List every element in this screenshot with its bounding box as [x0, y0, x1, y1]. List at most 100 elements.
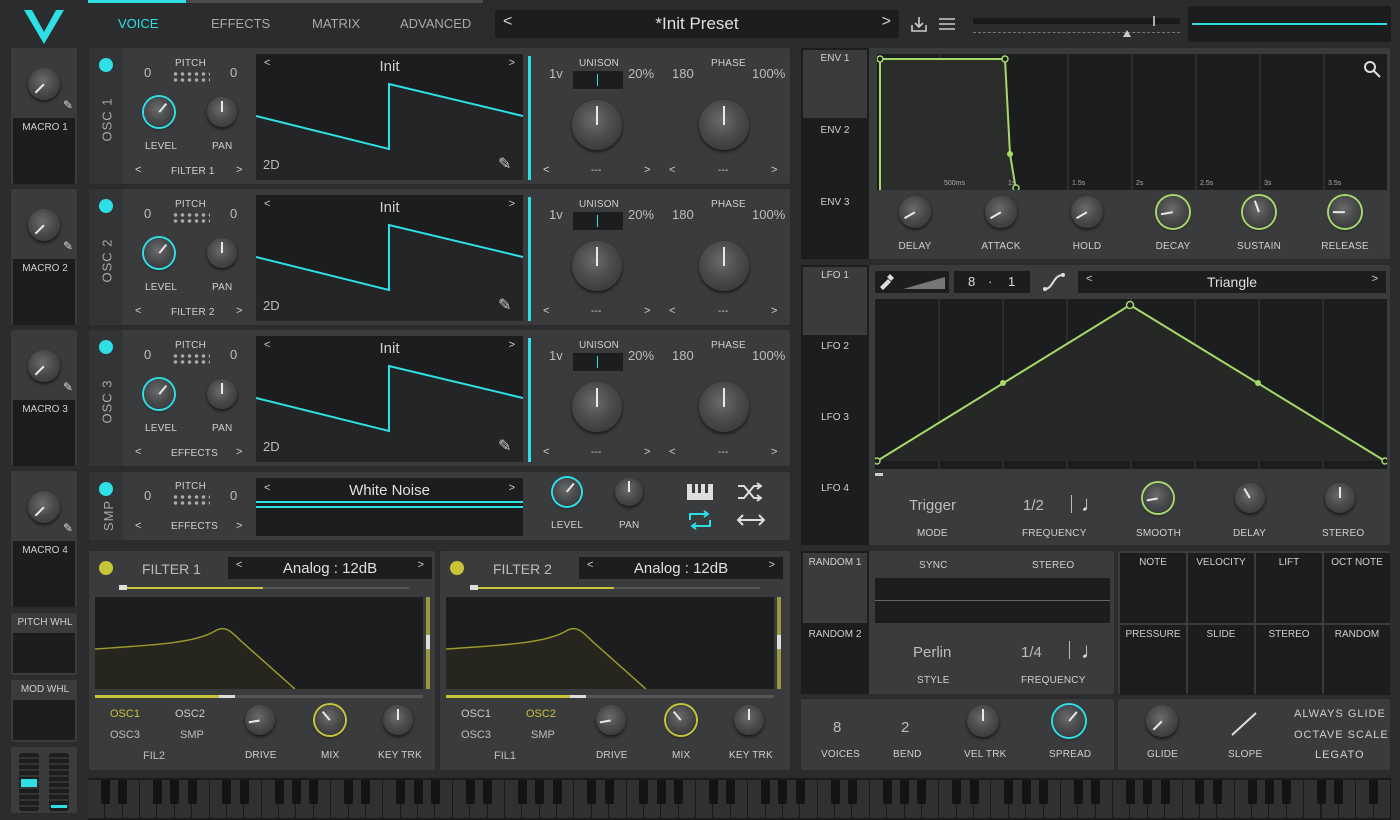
sample-dest-next[interactable]: > [236, 520, 242, 532]
env-decay-knob[interactable] [1157, 196, 1189, 228]
sample-next[interactable]: > [509, 482, 515, 494]
osc-3-unison-prev[interactable]: < [543, 446, 549, 458]
menu-icon[interactable] [938, 17, 956, 31]
black-key[interactable] [222, 780, 232, 804]
tab-effects[interactable]: EFFECTS [211, 16, 270, 31]
slope-icon[interactable] [1230, 711, 1258, 737]
osc-1-dest-next[interactable]: > [236, 164, 242, 176]
osc-2-dest-prev[interactable]: < [135, 305, 141, 317]
random-phase-icon[interactable] [737, 482, 763, 502]
black-key[interactable] [291, 780, 301, 804]
volume-meter[interactable] [973, 14, 1180, 40]
octave-scale-toggle[interactable]: OCTAVE SCALE [1294, 729, 1389, 741]
lfo-frequency-value[interactable]: 1/2 [1023, 497, 1044, 514]
osc-2-phase-next[interactable]: > [771, 305, 777, 317]
osc-1-phase-mode[interactable]: --- [718, 165, 729, 176]
osc-3-phase-left[interactable]: 180 [672, 348, 694, 363]
osc-1-pan-knob[interactable] [207, 97, 237, 127]
osc-1-level-knob[interactable] [144, 97, 174, 127]
preset-selector[interactable]: < *Init Preset > [495, 10, 899, 38]
osc-1-dimension[interactable]: 2D [263, 157, 280, 172]
sample-level-knob[interactable] [553, 478, 581, 506]
osc-1-unison-detune[interactable]: 20% [628, 66, 654, 81]
black-key[interactable] [1195, 780, 1205, 804]
loop-icon[interactable] [687, 510, 713, 530]
lfo-delay-knob[interactable] [1235, 483, 1265, 513]
black-key[interactable] [604, 780, 614, 804]
black-key[interactable] [708, 780, 718, 804]
osc-3-dest[interactable]: EFFECTS [171, 448, 218, 459]
osc-1-edit-icon[interactable]: ✎ [498, 154, 511, 174]
filter-2-source-smp[interactable]: SMP [531, 729, 555, 741]
black-key[interactable] [187, 780, 197, 804]
osc-3-pitch-right[interactable]: 0 [230, 347, 237, 362]
filter-2-keytrack-knob[interactable] [734, 705, 764, 735]
osc-2-unison-detune[interactable]: 20% [628, 207, 654, 222]
osc-1-wavetable[interactable]: < Init > 2D ✎ [256, 54, 523, 180]
black-key[interactable] [656, 780, 666, 804]
osc-2-unison-voices[interactable]: 1v [549, 207, 563, 222]
filter-2-drive-knob[interactable] [596, 705, 626, 735]
tab-env-3[interactable]: ENV 3 [801, 197, 869, 208]
osc-3-frame-slider[interactable] [528, 338, 531, 462]
osc-1-phase-next[interactable]: > [771, 164, 777, 176]
bend-value[interactable]: 2 [901, 719, 909, 736]
black-key[interactable] [517, 780, 527, 804]
tab-lfo-3[interactable]: LFO 3 [801, 412, 869, 423]
lfo-stereo-knob[interactable] [1325, 483, 1355, 513]
filter-1-source-fil[interactable]: FIL2 [143, 750, 165, 762]
osc-3-phase-next[interactable]: > [771, 446, 777, 458]
black-key[interactable] [917, 780, 927, 804]
black-key[interactable] [795, 780, 805, 804]
osc-1-phase-left[interactable]: 180 [672, 66, 694, 81]
osc-1-unison-prev[interactable]: < [543, 164, 549, 176]
edit-pencil-icon[interactable]: ✎ [63, 239, 73, 253]
osc-1-frame-slider[interactable] [528, 56, 531, 180]
black-key[interactable] [726, 780, 736, 804]
osc-3-enable-toggle[interactable] [99, 340, 113, 354]
random-frequency-value[interactable]: 1/4 [1021, 644, 1042, 661]
random-note-icon[interactable]: ♩ [1081, 638, 1103, 664]
filter-2-source-osc3[interactable]: OSC3 [461, 729, 491, 741]
filter-2-blend-slider[interactable] [470, 585, 760, 590]
filter-1-source-osc1[interactable]: OSC1 [110, 708, 140, 720]
filter-1-model-selector[interactable]: < Analog : 12dB > [228, 557, 432, 579]
osc-2-dest-next[interactable]: > [236, 305, 242, 317]
sample-pitch-left[interactable]: 0 [144, 488, 151, 503]
osc-2-pitch-left[interactable]: 0 [144, 206, 151, 221]
osc-3-unison-mode[interactable]: --- [591, 447, 602, 458]
envelope-graph[interactable]: 500ms 1s 1.5s 2s 2.5s 3s 3.5s [877, 54, 1387, 190]
osc-2-phase-left[interactable]: 180 [672, 207, 694, 222]
black-key[interactable] [639, 780, 649, 804]
sample-dest-prev[interactable]: < [135, 520, 141, 532]
lfo-shape-next[interactable]: > [1372, 273, 1378, 285]
osc-2-level-knob[interactable] [144, 238, 174, 268]
osc-2-unison-prev[interactable]: < [543, 305, 549, 317]
osc-1-unison-mode[interactable]: --- [591, 165, 602, 176]
black-key[interactable] [1021, 780, 1031, 804]
osc-2-edit-icon[interactable]: ✎ [498, 295, 511, 315]
filter-1-resonance-slider[interactable] [95, 695, 423, 698]
voices-value[interactable]: 8 [833, 719, 841, 736]
filter-2-resonance-slider[interactable] [446, 695, 774, 698]
osc-1-pitch-right[interactable]: 0 [230, 65, 237, 80]
lfo-smooth-knob[interactable] [1143, 483, 1173, 513]
osc-1-unison-next[interactable]: > [644, 164, 650, 176]
sample-display[interactable]: < White Noise > [256, 478, 523, 536]
mod-source-velocity[interactable]: VELOCITY [1188, 553, 1254, 623]
filter-2-enable-toggle[interactable] [450, 561, 464, 575]
osc-3-unison-detune[interactable]: 20% [628, 348, 654, 363]
osc-1-dest-prev[interactable]: < [135, 164, 141, 176]
filter-2-model-selector[interactable]: < Analog : 12dB > [579, 557, 783, 579]
black-key[interactable] [483, 780, 493, 804]
osc-1-dest[interactable]: FILTER 1 [171, 166, 215, 177]
filter-1-source-smp[interactable]: SMP [180, 729, 204, 741]
black-key[interactable] [1004, 780, 1014, 804]
black-key[interactable] [778, 780, 788, 804]
osc-3-pan-knob[interactable] [207, 379, 237, 409]
sample-dest[interactable]: EFFECTS [171, 521, 218, 532]
black-key[interactable] [1334, 780, 1344, 804]
black-key[interactable] [430, 780, 440, 804]
black-key[interactable] [535, 780, 545, 804]
filter-2-source-fil[interactable]: FIL1 [494, 750, 516, 762]
